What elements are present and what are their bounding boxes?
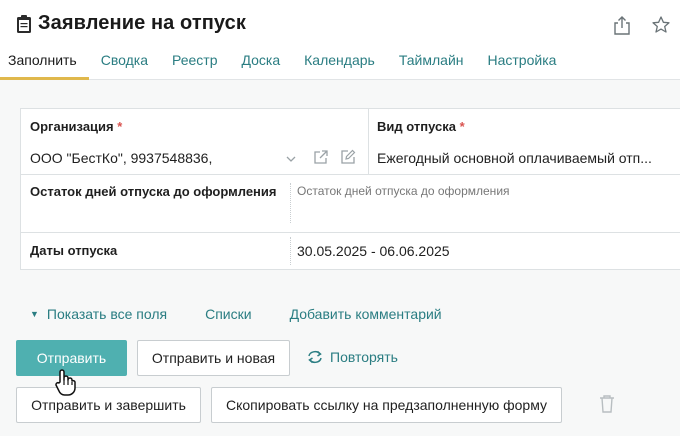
form-row-dates: Даты отпуска 30.05.2025 - 06.06.2025 — [21, 233, 680, 269]
tab-summary[interactable]: Сводка — [89, 44, 160, 80]
organization-field[interactable]: ООО "БестКо", 9937548836, — [30, 150, 212, 166]
page-title: Заявление на отпуск — [16, 12, 246, 35]
dates-field[interactable]: 30.05.2025 - 06.06.2025 — [297, 243, 450, 259]
tab-fill[interactable]: Заполнить — [0, 44, 89, 80]
field-divider — [290, 237, 291, 265]
form-links: ▼ Показать все поля Списки Добавить комм… — [30, 306, 480, 322]
tab-timeline[interactable]: Таймлайн — [387, 44, 476, 80]
form-card: Организация * ООО "БестКо", 9937548836, — [20, 108, 680, 270]
vacation-type-field[interactable]: Ежегодный основной оплачиваемый отп... — [377, 150, 652, 166]
submit-and-finish-button[interactable]: Отправить и завершить — [16, 387, 201, 423]
column-divider — [368, 109, 369, 175]
tab-board[interactable]: Доска — [230, 44, 293, 80]
tab-bar: Заполнить Сводка Реестр Доска Календарь … — [0, 44, 568, 80]
dates-label: Даты отпуска — [30, 243, 118, 258]
organization-label: Организация * — [30, 118, 122, 136]
vacation-type-label-text: Вид отпуска — [377, 119, 456, 134]
tab-registry[interactable]: Реестр — [160, 44, 230, 80]
hand-pointer-cursor-icon — [55, 369, 76, 396]
form-area: Организация * ООО "БестКо", 9937548836, — [0, 80, 680, 436]
organization-label-text: Организация — [30, 119, 114, 134]
show-all-fields-link[interactable]: Показать все поля — [47, 306, 167, 322]
clipboard-icon — [17, 14, 31, 33]
required-mark: * — [117, 119, 123, 134]
favorite-button[interactable] — [650, 14, 672, 36]
trash-icon[interactable] — [598, 394, 616, 414]
repeat-button[interactable]: Повторять — [306, 349, 398, 365]
star-icon — [652, 16, 670, 33]
edit-icon[interactable] — [340, 149, 356, 165]
vacation-type-label: Вид отпуска * — [377, 118, 465, 136]
repeat-label: Повторять — [330, 349, 398, 365]
copy-prefilled-link-button[interactable]: Скопировать ссылку на предзаполненную фо… — [211, 387, 562, 423]
required-mark: * — [459, 119, 465, 134]
remaining-days-label: Остаток дней отпуска до оформления — [30, 184, 277, 199]
field-divider — [290, 183, 291, 223]
repeat-icon — [308, 350, 322, 364]
share-button[interactable] — [611, 14, 633, 36]
form-header: Заявление на отпуск Заполнить Сводка Рее… — [0, 0, 680, 80]
share-icon — [614, 16, 630, 35]
form-row-remaining-days: Остаток дней отпуска до оформления Остат… — [21, 175, 680, 233]
page-title-text: Заявление на отпуск — [38, 12, 246, 34]
triangle-down-icon: ▼ — [30, 309, 39, 319]
tab-calendar[interactable]: Календарь — [292, 44, 387, 80]
remaining-days-field[interactable]: Остаток дней отпуска до оформления — [297, 184, 510, 198]
lists-link[interactable]: Списки — [205, 306, 251, 322]
form-row-organization: Организация * ООО "БестКо", 9937548836, — [21, 109, 680, 175]
open-external-icon[interactable] — [313, 149, 329, 165]
chevron-down-icon[interactable] — [283, 151, 299, 167]
add-comment-link[interactable]: Добавить комментарий — [290, 306, 442, 322]
submit-and-new-button[interactable]: Отправить и новая — [137, 340, 290, 376]
tab-settings[interactable]: Настройка — [476, 44, 569, 80]
